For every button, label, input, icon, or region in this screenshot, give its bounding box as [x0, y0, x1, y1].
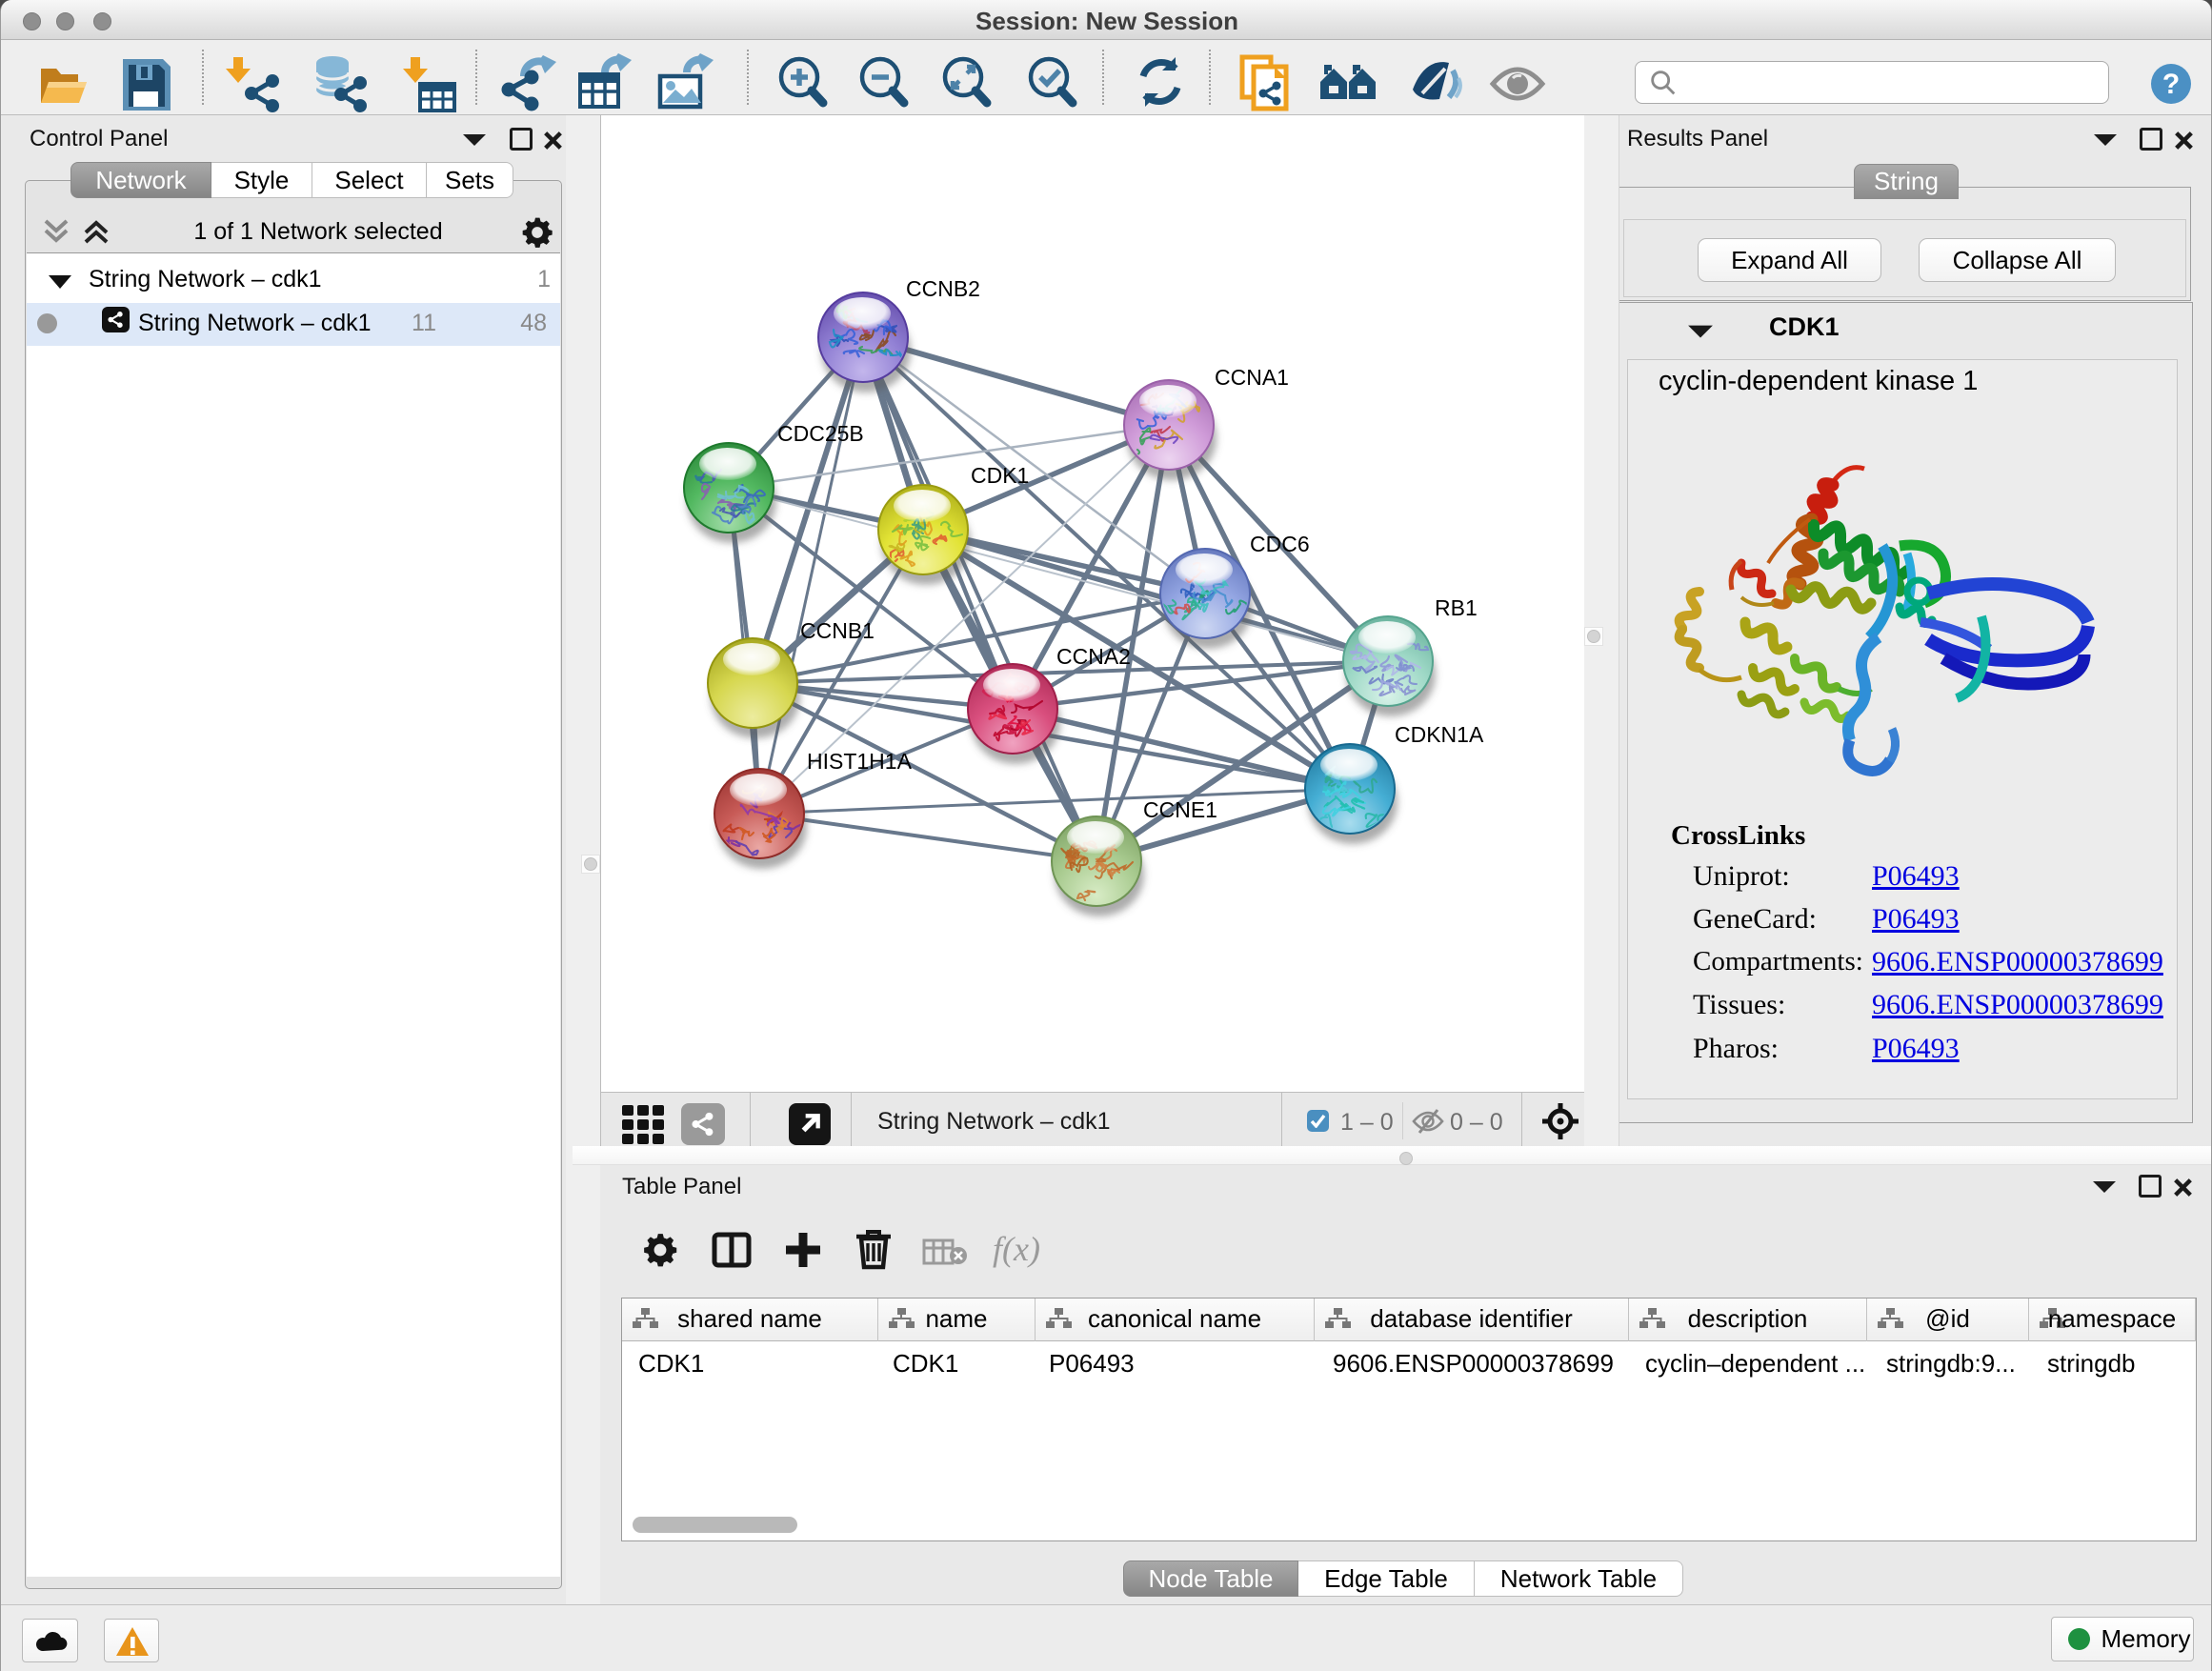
svg-text:RB1: RB1	[1435, 595, 1478, 620]
svg-text:CDK1: CDK1	[971, 463, 1029, 488]
svg-text:CCNB2: CCNB2	[906, 276, 980, 301]
svg-text:HIST1H1A: HIST1H1A	[807, 749, 913, 774]
svg-text:CCNA1: CCNA1	[1215, 365, 1289, 390]
svg-text:CCNE1: CCNE1	[1143, 797, 1217, 822]
svg-text:CCNB1: CCNB1	[800, 618, 875, 643]
svg-text:CCNA2: CCNA2	[1056, 644, 1131, 669]
svg-text:CDC25B: CDC25B	[777, 421, 864, 446]
svg-text:CDKN1A: CDKN1A	[1395, 722, 1484, 747]
svg-text:?: ?	[2162, 69, 2180, 100]
svg-text:CDC6: CDC6	[1250, 532, 1310, 556]
